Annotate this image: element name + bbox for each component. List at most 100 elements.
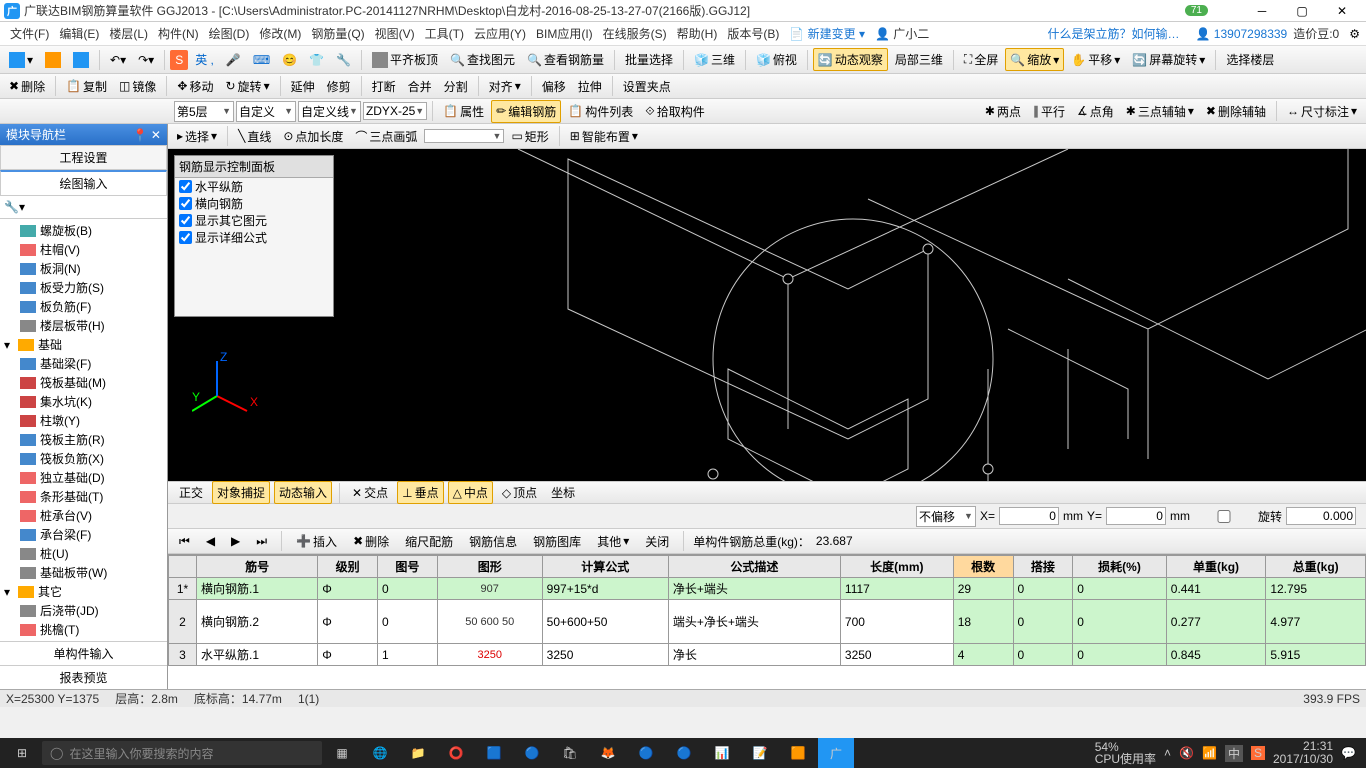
redo-button[interactable]: ↷▾ <box>133 50 159 70</box>
tree-item[interactable]: 螺旋板(B) <box>0 221 167 240</box>
rotate-checkbox[interactable] <box>1194 510 1254 523</box>
orbit-button[interactable]: 🔄动态观察 <box>813 48 888 71</box>
tree-item[interactable]: 桩承台(V) <box>0 506 167 525</box>
menu-floor[interactable]: 楼层(L) <box>105 23 152 44</box>
maximize-button[interactable]: ▢ <box>1288 4 1316 18</box>
mirror-button[interactable]: ◫镜像 <box>114 75 161 98</box>
tray-up-icon[interactable]: ˄ <box>1164 746 1171 760</box>
tree-item[interactable]: 独立基础(D) <box>0 468 167 487</box>
nav-next-button[interactable]: ▶ <box>226 531 245 551</box>
menu-bim[interactable]: BIM应用(I) <box>532 23 597 44</box>
menu-modify[interactable]: 修改(M) <box>255 23 305 44</box>
copy-button[interactable]: 📋复制 <box>61 75 112 98</box>
app-icon-3[interactable]: ⭕ <box>438 738 474 768</box>
task-view-icon[interactable]: ▦ <box>324 738 360 768</box>
menu-tool[interactable]: 工具(T) <box>421 23 468 44</box>
tree-item[interactable]: 楼层板带(H) <box>0 316 167 335</box>
tree-item[interactable]: 板受力筋(S) <box>0 278 167 297</box>
fullscreen-button[interactable]: ⛶全屏 <box>959 48 1003 71</box>
tree-item[interactable]: 集水坑(K) <box>0 392 167 411</box>
flat-top-button[interactable]: 平齐板顶 <box>367 48 443 71</box>
start-button[interactable]: ⊞ <box>4 738 40 768</box>
app-icon-1[interactable]: 🌐 <box>362 738 398 768</box>
component-list-button[interactable]: 📋构件列表 <box>563 100 638 123</box>
tree-item[interactable]: 板负筋(F) <box>0 297 167 316</box>
ortho-button[interactable]: 正交 <box>174 481 208 504</box>
three-point-aux-button[interactable]: ✱三点辅轴▾ <box>1121 100 1199 123</box>
merge-button[interactable]: 合并 <box>403 75 437 98</box>
tab-report-preview[interactable]: 报表预览 <box>0 665 167 689</box>
floor-dropdown[interactable]: 第5层▼ <box>174 101 234 122</box>
find-element-button[interactable]: 🔍查找图元 <box>445 48 520 71</box>
rebar-lib-button[interactable]: 钢筋图库 <box>528 530 586 553</box>
tree-item[interactable]: 基础板带(W) <box>0 563 167 582</box>
top-view-button[interactable]: 🧊俯视 <box>751 48 802 71</box>
tree-item[interactable]: 柱帽(V) <box>0 240 167 259</box>
new-change-button[interactable]: 📄 新建变更 ▾ <box>785 23 869 44</box>
undo-button[interactable]: ↶▾ <box>105 50 131 70</box>
tree-item[interactable]: 板洞(N) <box>0 259 167 278</box>
tree-item[interactable]: 筏板基础(M) <box>0 373 167 392</box>
ime-gear-icon[interactable]: 🔧 <box>331 50 356 70</box>
ime-icon[interactable]: S <box>170 50 188 70</box>
del-aux-button[interactable]: ✖删除辅轴 <box>1201 100 1271 123</box>
point-angle-button[interactable]: ∡点角 <box>1072 100 1119 123</box>
menu-cloud[interactable]: 云应用(Y) <box>470 23 530 44</box>
offset-mode-dropdown[interactable]: 不偏移▼ <box>916 506 976 527</box>
two-point-button[interactable]: ✱两点 <box>980 100 1026 123</box>
split-button[interactable]: 分割 <box>439 75 473 98</box>
delete-button[interactable]: ✖删除 <box>4 75 50 98</box>
tree-item[interactable]: 柱墩(Y) <box>0 411 167 430</box>
save-button[interactable] <box>68 49 94 71</box>
type-dropdown[interactable]: 自定义线▼ <box>298 101 361 122</box>
menu-rebar[interactable]: 钢筋量(Q) <box>307 23 368 44</box>
user-avatar[interactable]: 👤 广小二 <box>871 23 933 44</box>
offset-y-input[interactable] <box>1106 507 1166 525</box>
app-icon-12[interactable]: 🟧 <box>780 738 816 768</box>
app-icon-2[interactable]: 📁 <box>400 738 436 768</box>
new-file-button[interactable]: ▾ <box>4 49 38 71</box>
osnap-button[interactable]: 对象捕捉 <box>212 481 270 504</box>
tab-project-settings[interactable]: 工程设置 <box>0 145 167 170</box>
view-rebar-button[interactable]: 🔍查看钢筋量 <box>522 48 609 71</box>
nav-prev-button[interactable]: ◀ <box>201 531 220 551</box>
close-table-button[interactable]: 关闭 <box>640 530 674 553</box>
app-icon-7[interactable]: 🦊 <box>590 738 626 768</box>
tree-item[interactable]: 条形基础(T) <box>0 487 167 506</box>
tray-date[interactable]: 2017/10/30 <box>1273 753 1333 766</box>
edit-rebar-button[interactable]: ✏编辑钢筋 <box>491 100 561 123</box>
pick-component-button[interactable]: ⟐拾取构件 <box>640 100 709 123</box>
ime-kbd-icon[interactable]: ⌨ <box>248 50 275 70</box>
app-icon-6[interactable]: 🛍 <box>552 738 588 768</box>
line-tool[interactable]: ╲直线 <box>233 125 276 148</box>
arc-dropdown[interactable]: ▼ <box>424 129 504 143</box>
minimize-button[interactable]: ─ <box>1248 4 1276 18</box>
tree-toolbar-icon[interactable]: 🔧▾ <box>4 200 25 214</box>
tree-item[interactable]: 基础梁(F) <box>0 354 167 373</box>
tree-item[interactable]: ▾其它 <box>0 582 167 601</box>
close-button[interactable]: ✕ <box>1328 4 1356 18</box>
category-dropdown[interactable]: 自定义▼ <box>236 101 296 122</box>
3d-button[interactable]: 🧊三维 <box>689 48 740 71</box>
phone-label[interactable]: 👤 13907298339 <box>1196 27 1288 41</box>
ime-lang[interactable]: 英 , <box>190 48 219 71</box>
trim-button[interactable]: 修剪 <box>322 75 356 98</box>
tree-item[interactable]: 挑檐(T) <box>0 620 167 639</box>
nav-first-button[interactable]: ⏮ <box>174 531 195 552</box>
parallel-button[interactable]: ∥平行 <box>1028 100 1070 123</box>
dyn-input-button[interactable]: 动态输入 <box>274 481 332 504</box>
table-row[interactable]: 2横向钢筋.2Φ050 600 5050+600+50端头+净长+端头70018… <box>169 600 1366 644</box>
taskbar-search[interactable]: ◯ 在这里输入你要搜索的内容 <box>42 741 322 765</box>
tree-item[interactable]: ▾基础 <box>0 335 167 354</box>
local-3d-button[interactable]: 局部三维 <box>890 48 948 71</box>
app-icon-11[interactable]: 📝 <box>742 738 778 768</box>
menu-draw[interactable]: 绘图(D) <box>205 23 254 44</box>
tray-notify-icon[interactable]: 💬 <box>1341 746 1356 760</box>
extend-button[interactable]: 延伸 <box>286 75 320 98</box>
nav-last-button[interactable]: ⏭ <box>251 531 272 552</box>
menu-component[interactable]: 构件(N) <box>154 23 203 44</box>
tree-item[interactable]: 筏板负筋(X) <box>0 449 167 468</box>
snap-vertex[interactable]: ◇顶点 <box>497 481 542 504</box>
app-icon-13[interactable]: 广 <box>818 738 854 768</box>
menu-help[interactable]: 帮助(H) <box>673 23 722 44</box>
